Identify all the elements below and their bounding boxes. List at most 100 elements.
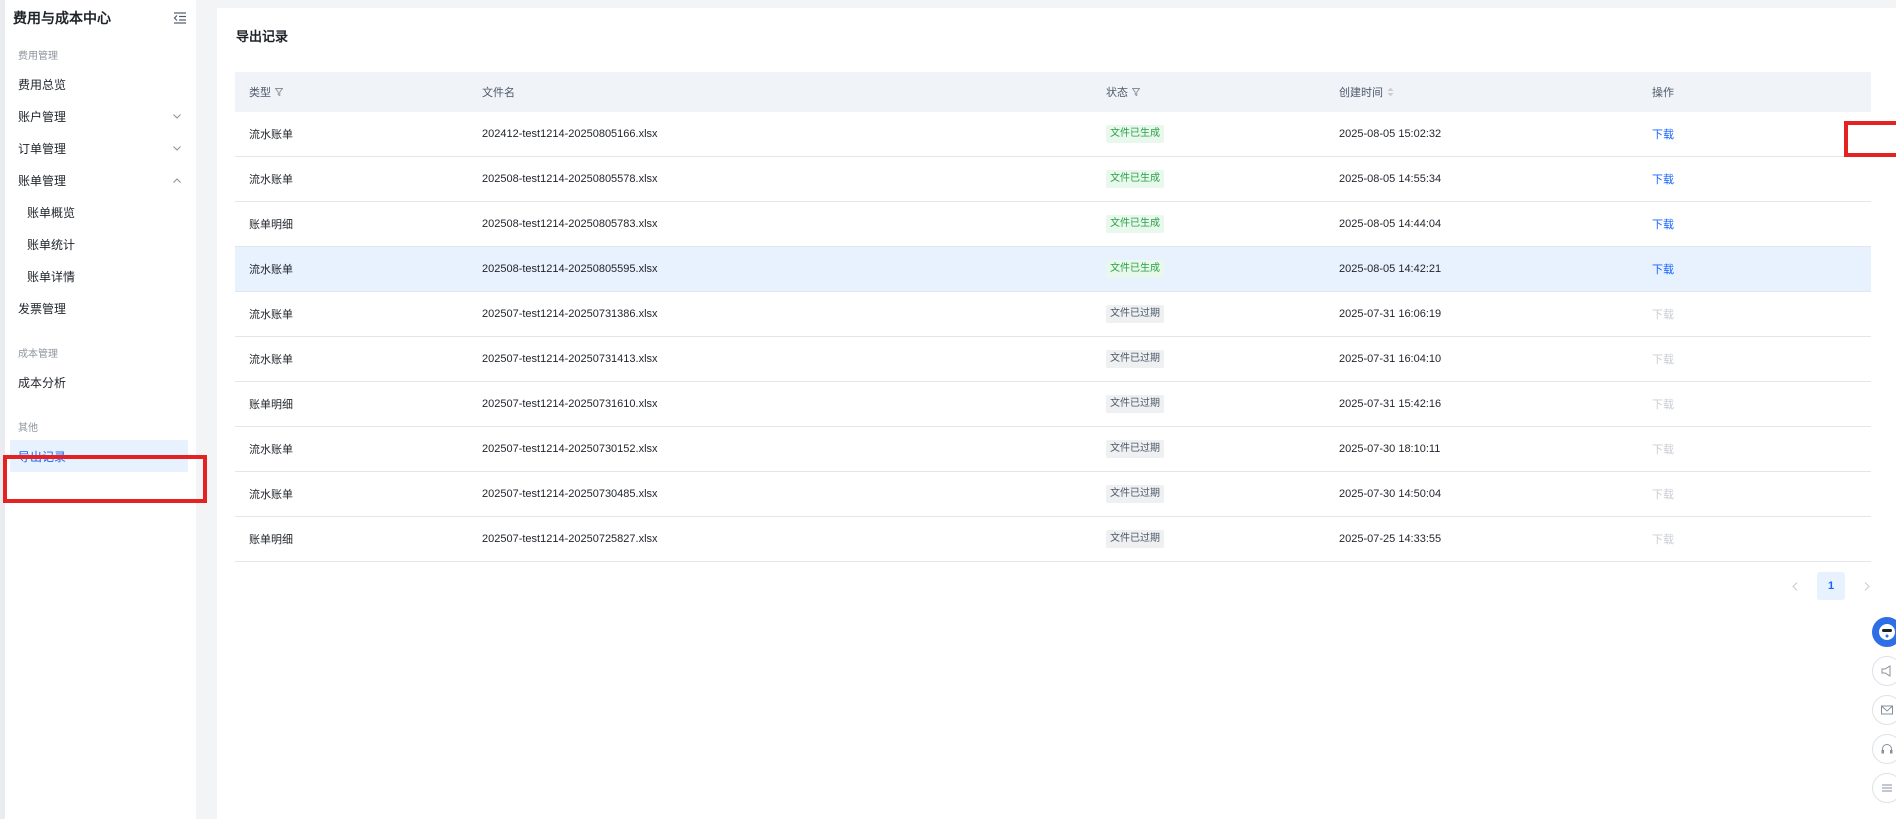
cell-time: 2025-07-30 18:10:11 [1325, 443, 1638, 455]
cell-file: 202507-test1214-20250731386.xlsx [468, 308, 1092, 320]
table-row: 流水账单 202412-test1214-20250805166.xlsx 文件已生… [235, 112, 1871, 157]
cell-file: 202412-test1214-20250805166.xlsx [468, 128, 1092, 140]
column-header-time[interactable]: 创建时间 [1325, 84, 1638, 100]
download-link[interactable]: 下载 [1652, 264, 1674, 276]
announcement-icon[interactable] [1872, 656, 1896, 686]
download-link[interactable]: 下载 [1652, 219, 1674, 231]
download-link: 下载 [1652, 309, 1674, 321]
column-label: 类型 [249, 87, 271, 99]
table-header: 类型 文件名 状态 创建时间 操作 [235, 72, 1871, 112]
sidebar-item-label: 账单管理 [18, 173, 67, 188]
status-badge: 文件已过期 [1106, 395, 1164, 413]
cell-file: 202507-test1214-20250730152.xlsx [468, 443, 1092, 455]
table-row: 流水账单 202507-test1214-20250730485.xlsx 文件已过… [235, 472, 1871, 517]
status-badge: 文件已过期 [1106, 305, 1164, 323]
table-row: 流水账单 202507-test1214-20250731386.xlsx 文件已过… [235, 292, 1871, 337]
cell-status: 文件已生成 [1092, 215, 1325, 233]
sidebar-item-bill-stats[interactable]: 账单统计 [5, 228, 196, 260]
sidebar-item-bill[interactable]: 账单管理 [5, 164, 196, 196]
menu-fold-icon[interactable] [172, 10, 188, 26]
status-badge: 文件已生成 [1106, 215, 1164, 233]
sidebar-item-label: 账单统计 [27, 237, 76, 252]
type-text: 账单明细 [249, 219, 293, 231]
cell-file: 202507-test1214-20250731413.xlsx [468, 353, 1092, 365]
sidebar-item-overview[interactable]: 费用总览 [5, 68, 196, 100]
sidebar-header: 费用与成本中心 [5, 0, 196, 36]
table-row: 流水账单 202508-test1214-20250805595.xlsx 文件已生… [235, 247, 1871, 292]
cell-status: 文件已过期 [1092, 440, 1325, 458]
cell-type: 流水账单 [235, 126, 468, 142]
sidebar-item-bill-detail[interactable]: 账单详情 [5, 260, 196, 292]
created-time: 2025-07-25 14:33:55 [1339, 533, 1442, 545]
chevron-up-icon [172, 175, 182, 185]
file-name: 202507-test1214-20250731386.xlsx [482, 308, 658, 320]
list-icon[interactable] [1872, 773, 1896, 803]
column-header-file: 文件名 [468, 84, 1092, 100]
cell-file: 202508-test1214-20250805595.xlsx [468, 263, 1092, 275]
download-link: 下载 [1652, 444, 1674, 456]
file-name: 202508-test1214-20250805578.xlsx [482, 173, 658, 185]
file-name: 202507-test1214-20250725827.xlsx [482, 533, 658, 545]
sidebar-item-label: 费用总览 [18, 77, 67, 92]
app-title: 费用与成本中心 [13, 10, 111, 26]
cell-status: 文件已过期 [1092, 485, 1325, 503]
file-name: 202508-test1214-20250805595.xlsx [482, 263, 658, 275]
cell-type: 账单明细 [235, 216, 468, 232]
main-panel: 导出记录 类型 文件名 状态 创建时间 操作 流水账单 202412-test12… [217, 8, 1896, 819]
filter-icon[interactable] [275, 88, 283, 96]
headset-icon[interactable] [1872, 734, 1896, 764]
sidebar-item-label: 订单管理 [18, 141, 67, 156]
table-body: 流水账单 202412-test1214-20250805166.xlsx 文件已生… [235, 112, 1871, 562]
cell-action: 下载 [1638, 171, 1871, 187]
column-label: 状态 [1106, 87, 1128, 99]
cell-time: 2025-07-31 16:04:10 [1325, 353, 1638, 365]
download-link: 下载 [1652, 489, 1674, 501]
cell-status: 文件已过期 [1092, 530, 1325, 548]
cell-type: 流水账单 [235, 351, 468, 367]
table-row: 账单明细 202507-test1214-20250731610.xlsx 文件已过… [235, 382, 1871, 427]
cell-action: 下载 [1638, 306, 1871, 322]
created-time: 2025-08-05 15:02:32 [1339, 128, 1442, 140]
created-time: 2025-08-05 14:42:21 [1339, 263, 1442, 275]
column-header-type[interactable]: 类型 [235, 84, 468, 100]
sidebar-item-bill-overview[interactable]: 账单概览 [5, 196, 196, 228]
sidebar-item-label: 发票管理 [18, 301, 67, 316]
cell-file: 202507-test1214-20250725827.xlsx [468, 533, 1092, 545]
sidebar-item-label: 账户管理 [18, 109, 67, 124]
cell-type: 流水账单 [235, 171, 468, 187]
chevron-down-icon [172, 111, 182, 121]
cell-status: 文件已生成 [1092, 260, 1325, 278]
sidebar-item-invoice[interactable]: 发票管理 [5, 292, 196, 324]
status-badge: 文件已生成 [1106, 170, 1164, 188]
sidebar-item-order[interactable]: 订单管理 [5, 132, 196, 164]
table-row: 流水账单 202507-test1214-20250731413.xlsx 文件已过… [235, 337, 1871, 382]
type-text: 流水账单 [249, 354, 293, 366]
cell-type: 账单明细 [235, 396, 468, 412]
chevron-right-icon[interactable] [1859, 578, 1875, 594]
file-name: 202508-test1214-20250805783.xlsx [482, 218, 658, 230]
assistant-avatar-icon[interactable] [1872, 617, 1896, 647]
created-time: 2025-07-30 14:50:04 [1339, 488, 1442, 500]
cell-file: 202508-test1214-20250805783.xlsx [468, 218, 1092, 230]
sidebar-item-export[interactable]: 导出记录 [10, 440, 188, 472]
chevron-left-icon[interactable] [1787, 578, 1803, 594]
type-text: 账单明细 [249, 534, 293, 546]
mail-icon[interactable] [1872, 695, 1896, 725]
page-number[interactable]: 1 [1817, 572, 1845, 600]
sidebar-item-cost-analysis[interactable]: 成本分析 [5, 366, 196, 398]
sort-icon[interactable] [1387, 87, 1394, 97]
status-badge: 文件已过期 [1106, 485, 1164, 503]
cell-time: 2025-08-05 14:55:34 [1325, 173, 1638, 185]
column-header-status[interactable]: 状态 [1092, 84, 1325, 100]
column-label: 操作 [1652, 87, 1674, 99]
type-text: 账单明细 [249, 399, 293, 411]
download-link: 下载 [1652, 354, 1674, 366]
sidebar-item-account[interactable]: 账户管理 [5, 100, 196, 132]
column-label: 文件名 [482, 87, 515, 99]
cell-status: 文件已过期 [1092, 395, 1325, 413]
download-link[interactable]: 下载 [1652, 174, 1674, 186]
floating-toolbar [1872, 617, 1896, 812]
group-label-cost: 成本管理 [18, 349, 58, 360]
download-link[interactable]: 下载 [1652, 129, 1674, 141]
filter-icon[interactable] [1132, 88, 1140, 96]
